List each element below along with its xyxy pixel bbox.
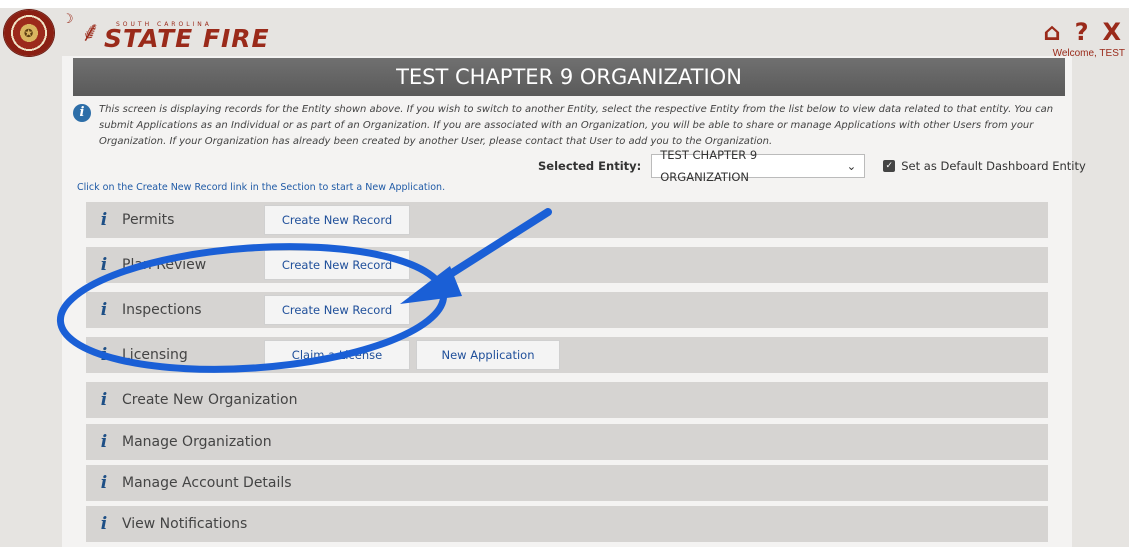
section-view-notifications[interactable]: i View Notifications <box>86 506 1048 542</box>
entity-selector-row: Selected Entity: TEST CHAPTER 9 ORGANIZA… <box>538 148 1086 184</box>
section-inspections[interactable]: i Inspections Create New Record <box>86 292 1048 328</box>
create-new-record-button[interactable]: Create New Record <box>264 250 410 280</box>
section-licensing[interactable]: i Licensing Claim a License New Applicat… <box>86 337 1048 373</box>
help-icon[interactable]: ? <box>1075 20 1089 44</box>
info-i-icon[interactable]: i <box>86 300 122 320</box>
info-i-icon[interactable]: i <box>86 473 122 493</box>
page-title: TEST CHAPTER 9 ORGANIZATION <box>73 58 1065 96</box>
selected-entity-label: Selected Entity: <box>538 159 642 173</box>
close-icon[interactable]: X <box>1102 20 1121 44</box>
section-plan-review[interactable]: i Plan Review Create New Record <box>86 247 1048 283</box>
state-fire-seal-logo[interactable]: ✪ <box>4 10 54 56</box>
info-i-icon[interactable]: i <box>86 432 122 452</box>
section-label: Permits <box>122 212 175 228</box>
info-i-icon[interactable]: i <box>86 345 122 365</box>
section-permits[interactable]: i Permits Create New Record <box>86 202 1048 238</box>
create-new-record-button[interactable]: Create New Record <box>264 295 410 325</box>
section-label[interactable]: Manage Organization <box>122 434 272 450</box>
section-create-new-organization[interactable]: i Create New Organization <box>86 382 1048 418</box>
checkbox-checked-icon[interactable]: ✓ <box>883 160 896 172</box>
brand-title[interactable]: STATE FIRE <box>104 24 270 53</box>
info-i-icon[interactable]: i <box>86 210 122 230</box>
claim-license-button[interactable]: Claim a License <box>264 340 410 370</box>
section-label[interactable]: Create New Organization <box>122 392 297 408</box>
top-bar: ✪ ☽ ⸙ SOUTH CAROLINA STATE FIRE ⌂ ? X We… <box>0 8 1129 59</box>
seal-star-icon: ✪ <box>24 27 34 40</box>
create-new-record-button[interactable]: Create New Record <box>264 205 410 235</box>
create-record-hint: Click on the Create New Record link in t… <box>77 182 446 193</box>
info-icon: i <box>73 104 91 122</box>
section-manage-organization[interactable]: i Manage Organization <box>86 424 1048 460</box>
info-i-icon[interactable]: i <box>86 255 122 275</box>
palmetto-tree-icon: ⸙ <box>80 15 102 48</box>
section-label[interactable]: Manage Account Details <box>122 475 292 491</box>
section-label: Licensing <box>122 347 188 363</box>
chevron-down-icon: ⌄ <box>846 159 857 173</box>
entity-select-value: TEST CHAPTER 9 ORGANIZATION <box>660 148 758 184</box>
section-manage-account-details[interactable]: i Manage Account Details <box>86 465 1048 501</box>
section-label: Plan Review <box>122 257 207 273</box>
section-label: Inspections <box>122 302 202 318</box>
new-application-button[interactable]: New Application <box>416 340 560 370</box>
default-entity-label: Set as Default Dashboard Entity <box>901 159 1086 173</box>
home-icon[interactable]: ⌂ <box>1043 20 1060 44</box>
section-label[interactable]: View Notifications <box>122 516 247 532</box>
entity-select[interactable]: TEST CHAPTER 9 ORGANIZATION ⌄ <box>651 148 866 184</box>
default-entity-checkbox[interactable]: ✓ Set as Default Dashboard Entity <box>883 159 1086 173</box>
crescent-moon-icon: ☽ <box>62 12 74 27</box>
info-text: This screen is displaying records for th… <box>99 104 1054 147</box>
info-i-icon[interactable]: i <box>86 390 122 410</box>
info-i-icon[interactable]: i <box>86 514 122 534</box>
